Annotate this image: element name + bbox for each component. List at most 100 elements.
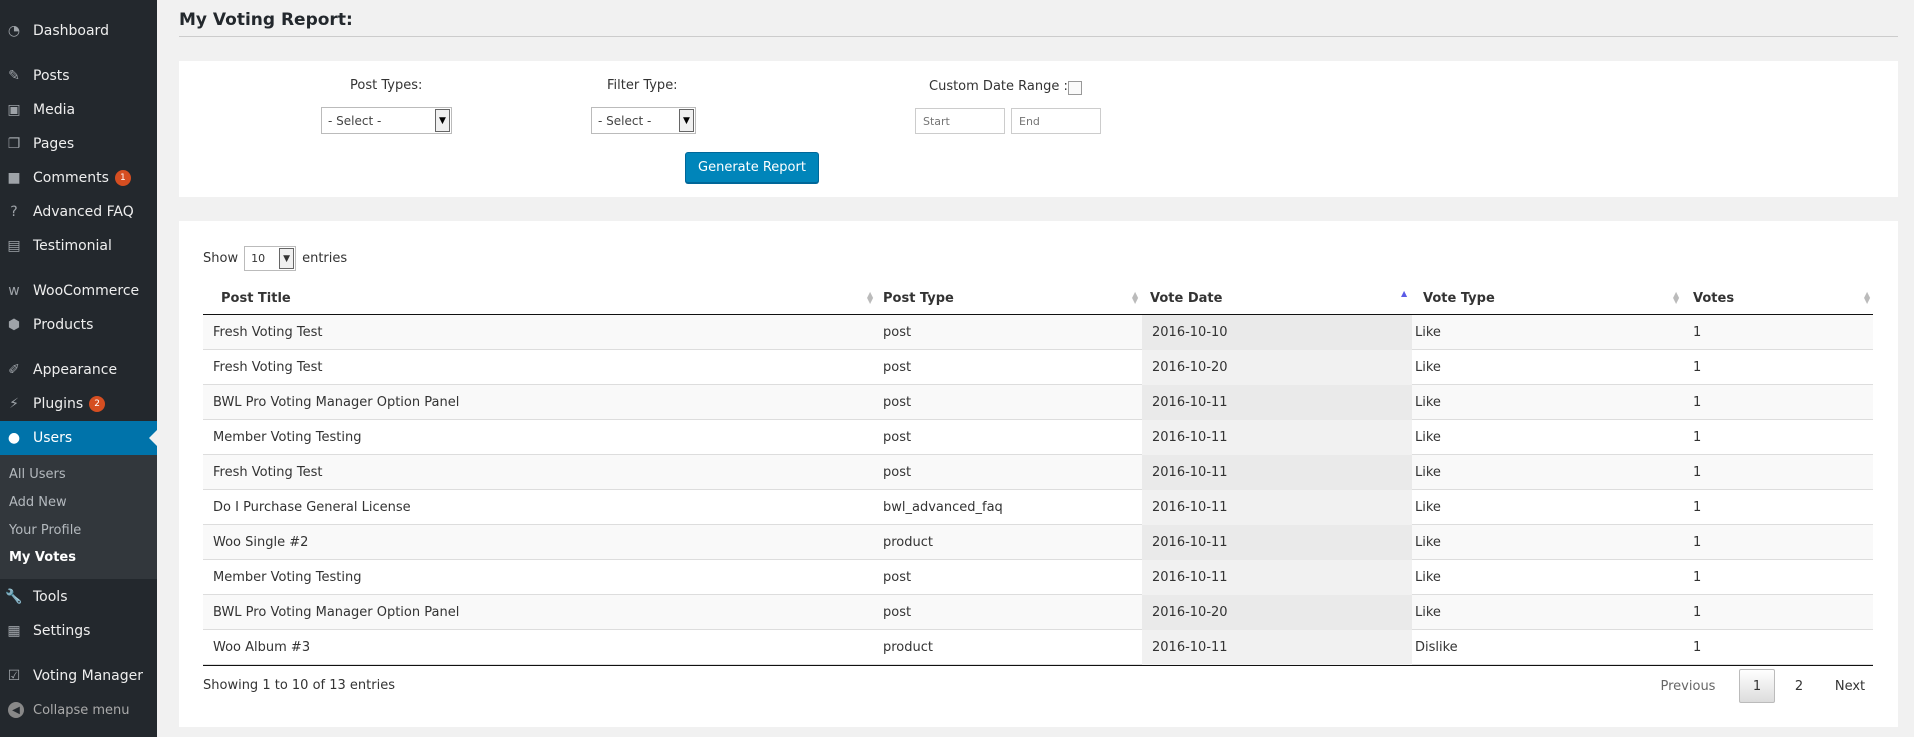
sidebar-item-woocommerce[interactable]: w WooCommerce — [0, 274, 157, 308]
end-date-input[interactable] — [1011, 108, 1101, 134]
table-row: BWL Pro Voting Manager Option Panel post 2… — [203, 595, 1873, 630]
cell-post-type: post — [883, 465, 912, 480]
start-date-input[interactable] — [915, 108, 1005, 134]
help-icon: ? — [10, 204, 18, 220]
collapse-icon: ◀ — [8, 702, 24, 718]
table-row: Woo Single #2 product 2016-10-11 Like 1 — [203, 525, 1873, 560]
admin-sidebar: ◔ Dashboard ✎ Posts ▣ Media ❐ Pages ■ Comments 1? A… — [0, 0, 157, 737]
column-header-vote-type[interactable]: Vote Type — [1423, 282, 1684, 315]
cell-votes: 1 — [1693, 605, 1702, 620]
cell-post-type: product — [883, 535, 934, 550]
sidebar-item-advanced-faq[interactable]: ? Advanced FAQ — [0, 195, 157, 229]
collapse-label: Collapse menu — [33, 702, 130, 718]
post-types-value: - Select - — [328, 113, 382, 128]
sidebar-item-products[interactable]: ⬢ Products — [0, 308, 157, 342]
collapse-menu-button[interactable]: ◀ Collapse menu — [0, 698, 157, 722]
sidebar-item-settings[interactable]: ▦ Settings — [0, 614, 157, 648]
pagination-page-2[interactable]: 2 — [1783, 669, 1815, 703]
column-header-post-title[interactable]: Post Title — [221, 282, 882, 315]
pages-icon: ❐ — [7, 136, 21, 152]
table-body: Fresh Voting Test post 2016-10-10 Like 1 Fres… — [203, 315, 1873, 666]
count-badge: 1 — [114, 170, 131, 186]
report-table-panel: Show 10 ▼ entries Post Title ▲ ▼ Post Type ▲… — [179, 221, 1898, 727]
table-row: Do I Purchase General License bwl_advance… — [203, 490, 1873, 525]
custom-date-range-checkbox[interactable] — [1068, 81, 1082, 95]
table-header: Post Title ▲ ▼ Post Type ▲ ▼ Vote Date ▲ Vote Ty… — [203, 282, 1873, 315]
generate-report-button[interactable]: Generate Report — [685, 152, 819, 183]
cell-post-title: Woo Single #2 — [213, 535, 309, 550]
sidebar-item-dashboard[interactable]: ◔ Dashboard — [0, 14, 157, 48]
sidebar-item-pages[interactable]: ❐ Pages — [0, 127, 157, 161]
cell-votes: 1 — [1693, 500, 1702, 515]
cell-vote-type: Like — [1415, 360, 1441, 375]
sidebar-item-appearance[interactable]: ✐ Appearance — [0, 353, 157, 387]
sidebar-item-label: Appearance — [33, 362, 118, 378]
sort-icon: ▲ ▼ — [1673, 290, 1680, 305]
cell-post-title: Member Voting Testing — [213, 570, 362, 585]
table-row: Fresh Voting Test post 2016-10-10 Like 1 — [203, 315, 1873, 350]
sidebar-item-label: Plugins — [33, 396, 84, 412]
cell-post-title: Fresh Voting Test — [213, 465, 323, 480]
entries-label: entries — [302, 251, 348, 266]
submenu-item-all-users[interactable]: All Users — [9, 467, 66, 482]
post-types-select[interactable]: - Select - ▼ — [321, 107, 452, 134]
cell-post-type: bwl_advanced_faq — [883, 500, 1003, 515]
sidebar-item-comments[interactable]: ■ Comments 1 — [0, 161, 157, 195]
pagination-previous[interactable]: Previous — [1655, 669, 1721, 703]
sidebar-item-label: Tools — [33, 589, 68, 605]
comment-icon: ■ — [7, 170, 21, 186]
plug-icon: ⚡ — [9, 396, 19, 412]
sidebar-item-label: WooCommerce — [33, 283, 140, 299]
column-header-post-type[interactable]: Post Type — [883, 282, 1137, 315]
votes-table: Post Title ▲ ▼ Post Type ▲ ▼ Vote Date ▲ Vote Ty… — [203, 282, 1873, 666]
submenu-item-your-profile[interactable]: Your Profile — [9, 523, 81, 538]
wrench-icon: 🔧 — [5, 589, 23, 605]
cell-votes: 1 — [1693, 360, 1702, 375]
cell-vote-type: Like — [1415, 395, 1441, 410]
sort-icon: ▲ ▼ — [1864, 290, 1871, 305]
sidebar-item-plugins[interactable]: ⚡ Plugins 2 — [0, 387, 157, 421]
cell-post-type: post — [883, 605, 912, 620]
pagination-page-1[interactable]: 1 — [1739, 669, 1775, 703]
sidebar-item-tools[interactable]: 🔧 Tools — [0, 580, 157, 614]
cell-post-title: Woo Album #3 — [213, 640, 311, 655]
pagination-next[interactable]: Next — [1827, 669, 1873, 703]
submenu-item-add-new[interactable]: Add New — [9, 495, 67, 510]
cell-vote-date: 2016-10-10 — [1142, 315, 1412, 350]
media-icon: ▣ — [7, 102, 21, 118]
checkbox-icon: ☑ — [7, 668, 21, 684]
cell-vote-type: Like — [1415, 325, 1441, 340]
table-row: Fresh Voting Test post 2016-10-11 Like 1 — [203, 455, 1873, 490]
sidebar-item-posts[interactable]: ✎ Posts — [0, 59, 157, 93]
sidebar-item-users[interactable]: ● Users — [0, 421, 157, 455]
sort-icon: ▲ ▼ — [867, 290, 874, 305]
cell-votes: 1 — [1693, 325, 1702, 340]
column-header-votes[interactable]: Votes — [1693, 282, 1867, 315]
settings-icon: ▦ — [7, 623, 21, 639]
cell-post-type: post — [883, 325, 912, 340]
cell-post-type: post — [883, 360, 912, 375]
entries-length-select[interactable]: 10 ▼ — [244, 246, 297, 271]
cell-post-title: Fresh Voting Test — [213, 325, 323, 340]
sidebar-item-label: Dashboard — [33, 23, 109, 39]
user-icon: ● — [7, 430, 21, 446]
sidebar-item-label: Posts — [33, 68, 70, 84]
filter-type-select[interactable]: - Select - ▼ — [591, 107, 696, 134]
cell-vote-date: 2016-10-11 — [1142, 385, 1412, 420]
entries-length-value: 10 — [251, 252, 266, 265]
sidebar-item-voting-manager[interactable]: ☑ Voting Manager — [0, 659, 157, 693]
cell-post-title: Fresh Voting Test — [213, 360, 323, 375]
submenu-item-my-votes[interactable]: My Votes — [9, 550, 76, 565]
filter-type-label: Filter Type: — [607, 78, 678, 93]
sidebar-item-media[interactable]: ▣ Media — [0, 93, 157, 127]
cell-vote-type: Like — [1415, 500, 1441, 515]
sidebar-item-label: Settings — [33, 623, 91, 639]
brush-icon: ✐ — [8, 362, 20, 378]
cell-vote-type: Like — [1415, 535, 1441, 550]
sidebar-item-label: Pages — [33, 136, 75, 152]
sidebar-item-testimonial[interactable]: ▤ Testimonial — [0, 229, 157, 263]
show-label: Show — [203, 251, 239, 266]
table-row: Fresh Voting Test post 2016-10-20 Like 1 — [203, 350, 1873, 385]
cell-vote-type: Like — [1415, 605, 1441, 620]
column-header-vote-date[interactable]: Vote Date — [1150, 282, 1410, 315]
